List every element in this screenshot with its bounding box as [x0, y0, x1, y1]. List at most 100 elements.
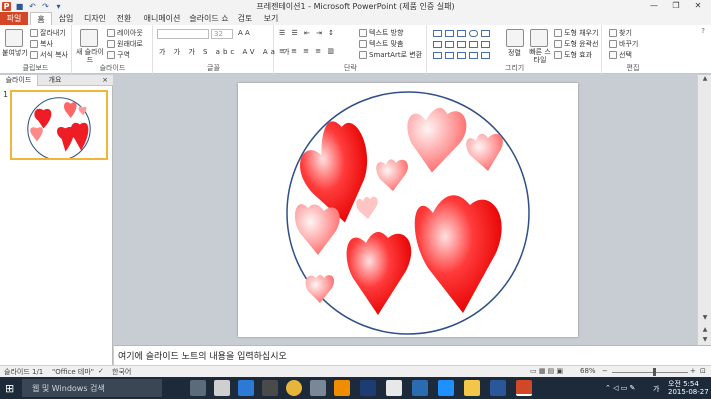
align-buttons[interactable]: ≡ ≡ ≡ ≡ ▥ [279, 47, 336, 55]
align-text-button[interactable]: 텍스트 맞춤 [359, 39, 403, 49]
taskbar-search-box[interactable]: 웹 및 Windows 검색 [22, 379, 162, 397]
windows-start-icon[interactable]: ⊞ [5, 382, 14, 395]
tab-review[interactable]: 검토 [234, 12, 256, 25]
task-view-icon[interactable] [190, 380, 206, 396]
new-slide-button[interactable]: 새 슬라이드 [75, 48, 105, 64]
list-buttons[interactable]: ☰ ☰ ⇤ ⇥ ↕ [279, 29, 336, 37]
app-icon[interactable] [334, 380, 350, 396]
tab-slide-show[interactable]: 슬라이드 쇼 [188, 12, 230, 25]
powerpoint-taskbar-icon[interactable] [516, 380, 532, 396]
tab-design[interactable]: 디자인 [80, 12, 110, 25]
scroll-down-icon[interactable]: ▼ [698, 314, 711, 321]
photoshop-icon[interactable] [360, 380, 376, 396]
triangle-shape-icon[interactable] [433, 41, 442, 48]
view-buttons[interactable]: ▭ ▦ ▤ ▣ [530, 367, 563, 375]
close-pane-button[interactable]: × [101, 75, 109, 86]
previous-slide-icon[interactable]: ▲ [698, 326, 711, 333]
rectangle-shape-icon[interactable] [433, 30, 442, 37]
file-explorer-icon[interactable] [464, 380, 480, 396]
rectangle-shape-icon[interactable] [445, 30, 454, 37]
find-button[interactable]: 찾기 [609, 28, 632, 38]
callout-shape-icon[interactable] [469, 52, 478, 59]
slide-thumbnail-image [27, 97, 91, 161]
vertical-scrollbar[interactable]: ▲ ▼ ▲ ▼ [697, 75, 711, 345]
rectangle-shape-icon[interactable] [481, 30, 490, 37]
new-slide-icon[interactable] [80, 29, 98, 47]
tab-insert[interactable]: 삽입 [55, 12, 77, 25]
zoom-slider[interactable] [612, 372, 688, 373]
word-icon[interactable] [490, 380, 506, 396]
layout-button[interactable]: 레이아웃 [107, 28, 143, 38]
tab-home[interactable]: 홈 [30, 12, 52, 25]
slide-editor[interactable] [114, 75, 697, 345]
quick-styles-button[interactable]: 빠른 스타일 [528, 48, 552, 64]
grow-font-icon[interactable]: A A [238, 29, 250, 37]
copy-button[interactable]: 복사 [30, 39, 53, 49]
smartart-button[interactable]: SmartArt로 변환 [359, 50, 422, 60]
arrow-shape-icon[interactable] [457, 41, 466, 48]
paste-icon[interactable] [5, 29, 23, 47]
app-icon[interactable] [262, 380, 278, 396]
replace-button[interactable]: 바꾸기 [609, 39, 638, 49]
zoom-level[interactable]: 68% [580, 367, 596, 375]
app-icon[interactable] [412, 380, 428, 396]
star-shape-icon[interactable] [457, 52, 466, 59]
shape-effects-button[interactable]: 도형 효과 [554, 50, 592, 60]
zoom-slider-thumb[interactable] [652, 368, 656, 376]
arrange-icon[interactable] [506, 29, 524, 47]
section-button[interactable]: 구역 [107, 50, 130, 60]
app-icon[interactable] [214, 380, 230, 396]
ie-icon[interactable] [238, 380, 254, 396]
app-icon[interactable] [310, 380, 326, 396]
theme-name[interactable]: "Office 테마" [52, 367, 94, 377]
cut-button[interactable]: 잘라내기 [30, 28, 66, 38]
app-icon[interactable] [386, 380, 402, 396]
slide-thumbnail[interactable] [10, 90, 108, 161]
tab-file[interactable]: 파일 [0, 12, 28, 25]
next-slide-icon[interactable]: ▼ [698, 336, 711, 343]
chrome-icon[interactable] [286, 380, 302, 396]
tab-view[interactable]: 보기 [260, 12, 282, 25]
format-painter-button[interactable]: 서식 복사 [30, 50, 68, 60]
paste-button[interactable]: 붙여넣기 [2, 48, 28, 58]
language-indicator[interactable]: 한국어 [112, 367, 131, 377]
scroll-up-icon[interactable]: ▲ [698, 75, 711, 82]
arrange-button[interactable]: 정렬 [508, 48, 521, 58]
tab-outline[interactable]: 개요 [40, 75, 70, 86]
drawing-group: 정렬 빠른 스타일 도형 채우기 도형 윤곽선 도형 효과 그리기 [428, 25, 602, 74]
fit-to-window-icon[interactable]: ⊡ [700, 367, 706, 375]
slide-canvas[interactable] [238, 83, 578, 337]
select-button[interactable]: 선택 [609, 50, 632, 60]
reset-button[interactable]: 원래대로 [107, 39, 143, 49]
shape-outline-button[interactable]: 도형 윤곽선 [554, 39, 598, 49]
line-shape-icon[interactable] [445, 41, 454, 48]
spell-check-icon[interactable]: ✓ [98, 367, 104, 375]
arrow-shape-icon[interactable] [469, 41, 478, 48]
close-button[interactable]: ✕ [687, 0, 709, 11]
text-direction-button[interactable]: 텍스트 방향 [359, 28, 403, 38]
zoom-out-icon[interactable]: − [602, 367, 608, 375]
minimize-button[interactable]: — [643, 0, 665, 11]
restore-button[interactable]: ❐ [665, 0, 687, 11]
brace-shape-icon[interactable] [433, 52, 442, 59]
oval-shape-icon[interactable] [469, 30, 478, 37]
tab-animations[interactable]: 애니메이션 [140, 12, 184, 25]
font-format-buttons[interactable]: 가 가 가 S abc AV Aa 가 [159, 47, 293, 57]
font-name-combo[interactable] [157, 29, 209, 39]
brace-shape-icon[interactable] [445, 52, 454, 59]
quick-styles-icon[interactable] [530, 29, 548, 47]
system-tray-icons[interactable]: ⌃ ◁ ▭ ✎ [605, 384, 635, 392]
notes-pane[interactable]: 여기에 슬라이드 노트의 내용을 입력하십시오 [114, 345, 711, 365]
line-shape-icon[interactable] [457, 30, 466, 37]
star-shape-icon[interactable] [481, 41, 490, 48]
clock-date[interactable]: 2015-08-27 [668, 388, 709, 396]
more-shapes-icon[interactable] [481, 52, 490, 59]
edge-icon[interactable] [438, 380, 454, 396]
zoom-in-icon[interactable]: + [690, 367, 696, 375]
tab-slides[interactable]: 슬라이드 [0, 75, 38, 86]
help-icon[interactable]: ? [701, 27, 705, 35]
ime-indicator[interactable]: 가 [653, 384, 659, 394]
font-size-combo[interactable]: 32 [211, 29, 233, 39]
tab-transitions[interactable]: 전환 [113, 12, 135, 25]
shape-fill-button[interactable]: 도형 채우기 [554, 28, 598, 38]
